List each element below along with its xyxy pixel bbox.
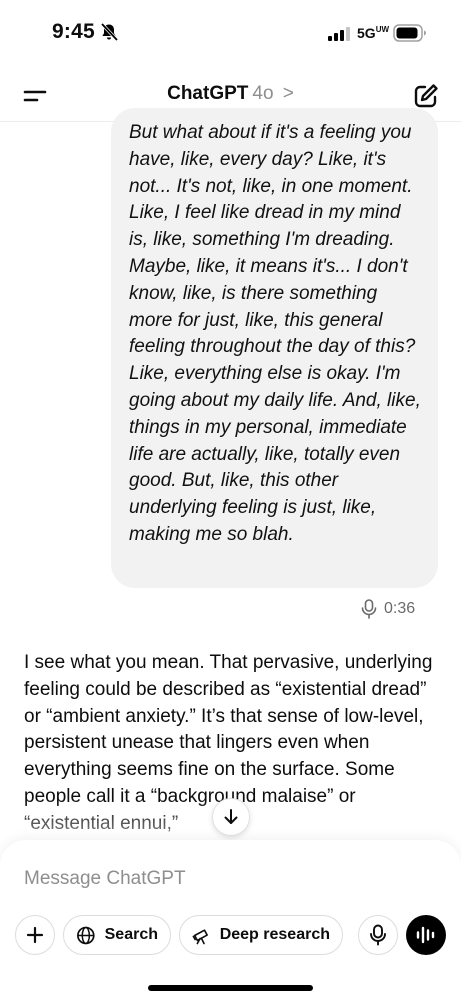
telescope-icon (192, 928, 208, 944)
new-chat-icon[interactable] (412, 82, 440, 110)
signal-icon (328, 27, 350, 41)
chevron-right-icon: > (282, 83, 294, 104)
home-indicator (148, 985, 313, 991)
network-label: 5G (357, 25, 376, 41)
composer: Search Deep research (0, 840, 461, 1000)
voice-mode-button[interactable] (406, 915, 446, 955)
user-message-bubble: But what about if it's a feeling you hav… (111, 108, 438, 588)
network-sup: UW (375, 25, 390, 34)
voice-duration: 0:36 (360, 598, 415, 620)
model-name: 4o (252, 83, 274, 104)
deep-research-label: Deep research (219, 926, 330, 943)
user-message-text: But what about if it's a feeling you hav… (129, 122, 421, 545)
status-bar: 9:45 5GUW (0, 0, 461, 70)
battery-icon (393, 24, 426, 42)
search-button[interactable]: Search (63, 915, 171, 955)
app-title: ChatGPT (167, 83, 249, 104)
network-type: 5GUW (357, 25, 389, 41)
dictation-button[interactable] (358, 915, 398, 955)
mic-icon (370, 924, 386, 946)
scroll-down-button[interactable] (212, 798, 250, 836)
search-label: Search (104, 926, 158, 943)
bell-muted-icon (100, 22, 119, 42)
plus-icon (26, 926, 44, 944)
voice-mode-icon (416, 926, 435, 944)
deep-research-button[interactable]: Deep research (179, 915, 343, 955)
arrow-down-icon (224, 809, 238, 824)
mic-icon (361, 599, 377, 619)
model-selector[interactable]: ChatGPT 4o > (0, 83, 461, 105)
status-time: 9:45 (52, 20, 95, 43)
globe-icon (77, 926, 95, 944)
duration-label: 0:36 (384, 600, 416, 617)
message-input[interactable] (24, 864, 434, 894)
attach-button[interactable] (15, 915, 55, 955)
